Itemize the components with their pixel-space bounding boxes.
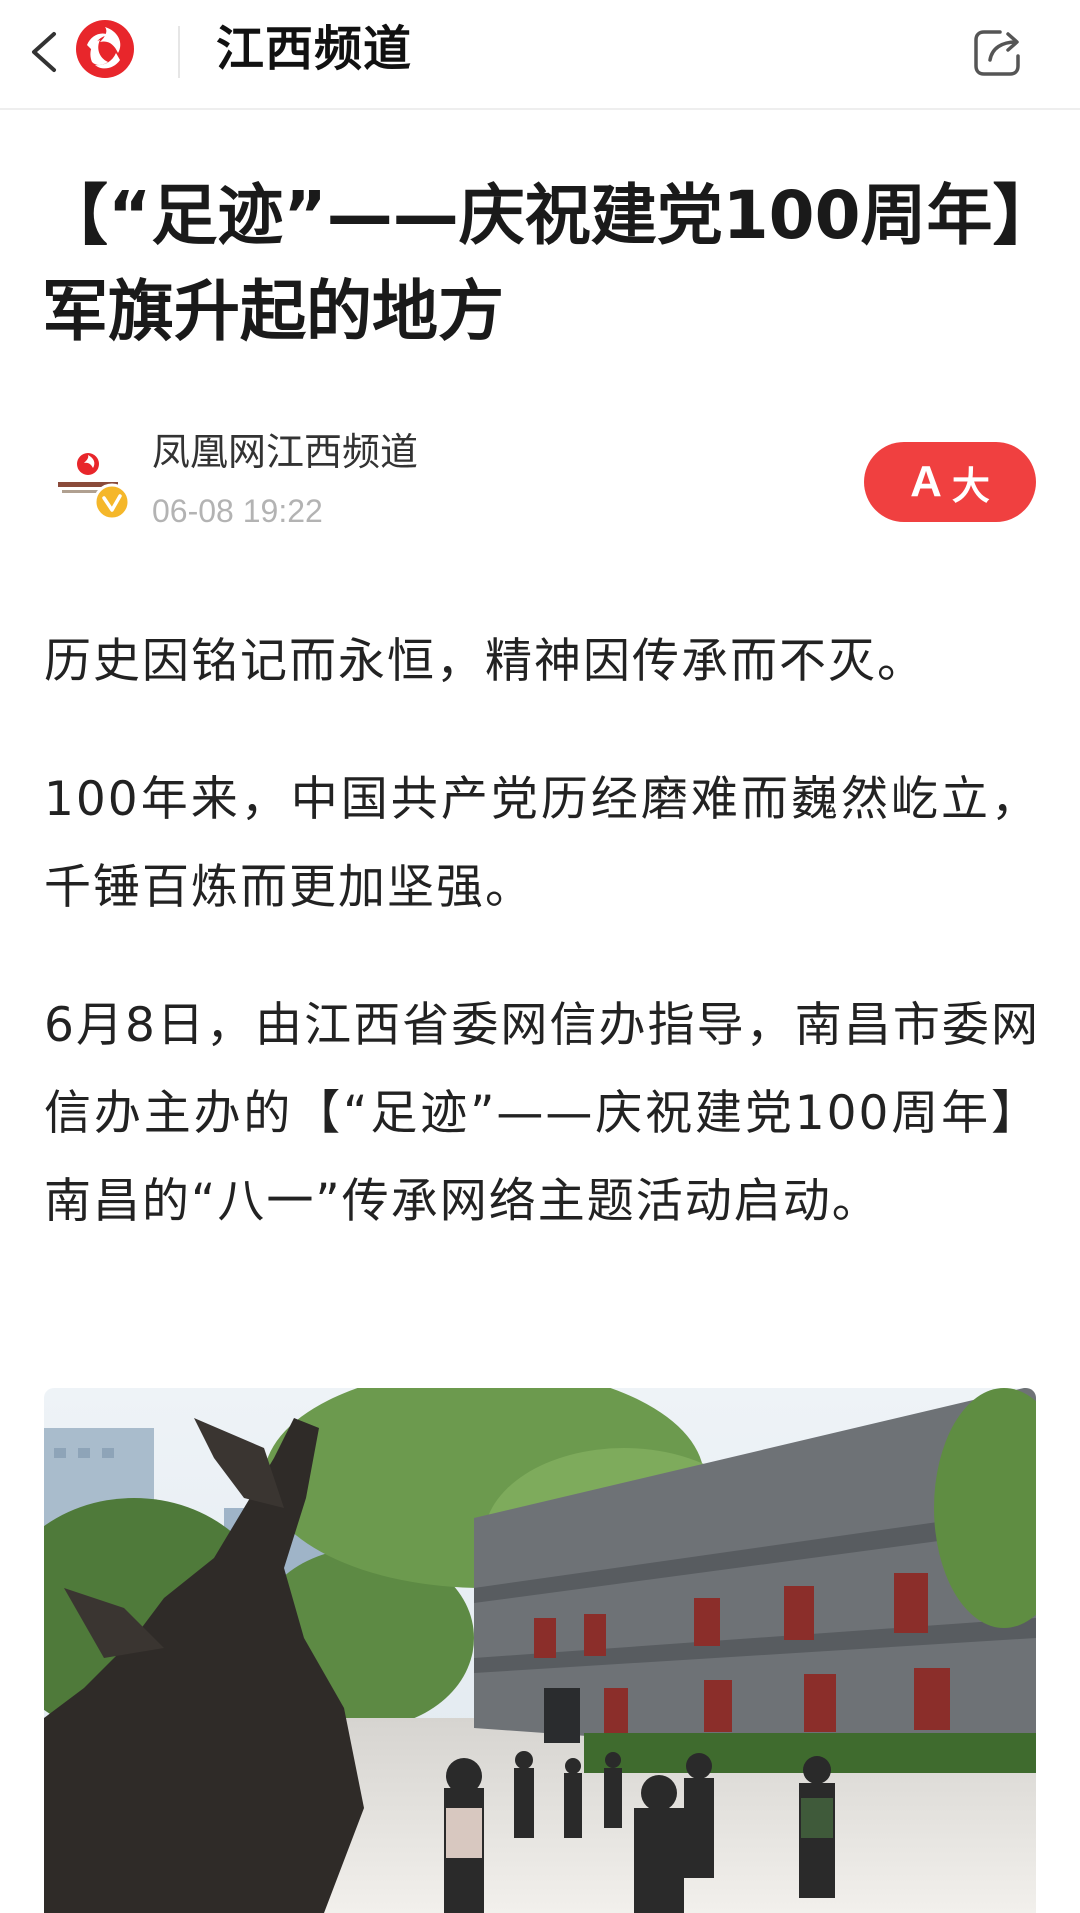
verified-badge-icon [93, 483, 131, 521]
phoenix-logo-icon [74, 18, 136, 80]
font-size-button[interactable]: A 大 [864, 442, 1036, 522]
publish-time: 06-08 19:22 [152, 493, 323, 529]
header-divider [178, 26, 180, 78]
paragraph-3: 6月8日，由江西省委网信办指导，南昌市委网信办主办的【“足迹”——庆祝建党100… [44, 998, 1040, 1229]
share-button[interactable] [970, 24, 1028, 80]
paragraph-2: 100年来，中国共产党历经磨难而巍然屹立，千锤百炼而更加坚强。 [44, 772, 1040, 915]
top-nav-bar: 江西频道 [0, 0, 1080, 110]
article-photo[interactable] [44, 1388, 1036, 1913]
back-button[interactable] [22, 22, 72, 82]
font-size-label: 大 [951, 465, 990, 508]
article-title: 【“足迹”——庆祝建党100周年】军旗升起的地方 [42, 177, 1026, 350]
font-size-icon: A [910, 457, 942, 506]
share-icon [974, 30, 1020, 76]
chevron-left-icon [32, 32, 56, 72]
paragraph-1: 历史因铭记而永恒，精神因传承而不灭。 [44, 634, 926, 689]
author-name[interactable]: 凤凰网江西频道 [152, 426, 418, 478]
avatar[interactable] [48, 440, 132, 524]
channel-title: 江西频道 [216, 21, 413, 77]
